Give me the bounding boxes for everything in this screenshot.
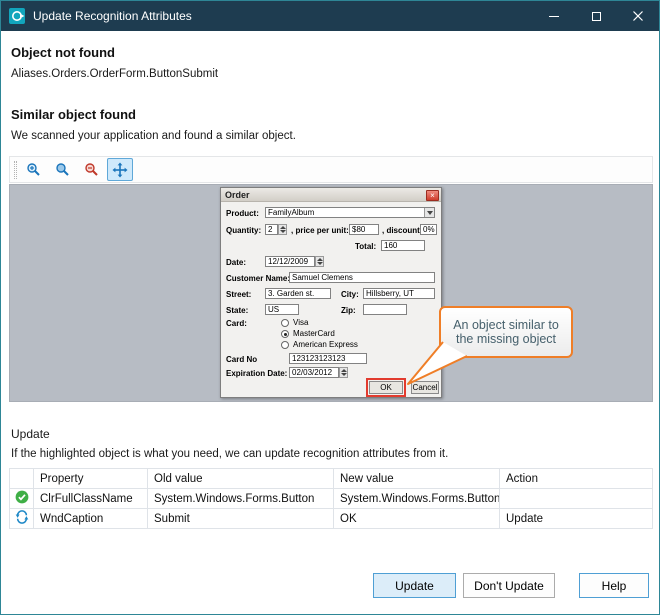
table-row[interactable]: WndCaption Submit OK Update: [10, 509, 653, 529]
preview-visa-radio-icon: [281, 319, 289, 327]
similar-object-heading: Similar object found: [11, 107, 136, 122]
preview-quantity-spinner-icon: [278, 224, 287, 235]
preview-order-form: Order × Product: FamilyAlbum Quantity: 2…: [220, 187, 442, 398]
preview-total-field: 160: [381, 240, 425, 251]
preview-ok-button: OK: [369, 381, 403, 394]
zoom-100-icon: [55, 162, 70, 177]
preview-visa-option: Visa: [293, 318, 308, 327]
preview-street-label: Street:: [226, 290, 251, 299]
zoom-in-icon: [26, 162, 41, 177]
preview-zip-label: Zip:: [341, 306, 356, 315]
preview-product-combo: FamilyAlbum: [265, 207, 435, 218]
similar-object-description: We scanned your application and found a …: [11, 130, 296, 142]
action-cell: [500, 489, 653, 509]
preview-date-label: Date:: [226, 258, 246, 267]
object-not-found-heading: Object not found: [11, 45, 115, 60]
property-cell: WndCaption: [34, 509, 148, 529]
close-button[interactable]: [617, 1, 659, 31]
zoom-out-icon: [84, 162, 99, 177]
similar-object-callout: An object similar to the missing object: [439, 306, 573, 358]
preview-total-label: Total:: [355, 242, 376, 251]
update-description: If the highlighted object is what you ne…: [11, 448, 448, 460]
titlebar: Update Recognition Attributes: [1, 1, 659, 31]
preview-cancel-button: Cancel: [411, 381, 439, 394]
preview-discount-field: 0%: [420, 224, 437, 235]
preview-expiration-spinner-icon: [339, 367, 348, 378]
window-title: Update Recognition Attributes: [33, 9, 533, 23]
preview-expiration-field: 02/03/2012: [289, 367, 339, 378]
preview-quantity-field: 2: [265, 224, 278, 235]
preview-toolbar: [9, 156, 653, 183]
preview-city-label: City:: [341, 290, 359, 299]
preview-customer-field: Samuel Clemens: [289, 272, 435, 283]
window-controls: [533, 1, 659, 31]
new-value-column-header: New value: [334, 469, 500, 489]
table-row[interactable]: ClrFullClassName System.Windows.Forms.Bu…: [10, 489, 653, 509]
app-icon: [9, 8, 25, 24]
new-value-cell: OK: [334, 509, 500, 529]
preview-quantity-label: Quantity:: [226, 226, 261, 235]
preview-customer-label: Customer Name:: [226, 274, 290, 283]
missing-object-path: Aliases.Orders.OrderForm.ButtonSubmit: [11, 68, 218, 80]
preview-card-label: Card:: [226, 319, 247, 328]
object-preview-area[interactable]: Order × Product: FamilyAlbum Quantity: 2…: [9, 184, 653, 402]
preview-state-label: State:: [226, 306, 248, 315]
update-recognition-attributes-dialog: Update Recognition Attributes Object not…: [0, 0, 660, 615]
old-value-column-header: Old value: [148, 469, 334, 489]
preview-street-field: 3. Garden st.: [265, 288, 331, 299]
property-column-header: Property: [34, 469, 148, 489]
attributes-table-header: Property Old value New value Action: [10, 469, 653, 489]
help-button[interactable]: Help: [579, 573, 649, 598]
new-value-cell: System.Windows.Forms.Button: [334, 489, 500, 509]
preview-order-form-title: Order: [221, 188, 441, 202]
preview-state-field: US: [265, 304, 299, 315]
preview-city-field: Hillsberry, UT: [363, 288, 435, 299]
preview-price-label: , price per unit:: [291, 226, 349, 235]
row-status-cell: [10, 509, 34, 529]
zoom-100-button[interactable]: [49, 158, 75, 181]
icon-column-header: [10, 469, 34, 489]
check-circle-icon: [15, 490, 29, 504]
fit-to-screen-button[interactable]: [107, 158, 133, 181]
preview-expiration-label: Expiration Date:: [226, 369, 287, 378]
attributes-table: Property Old value New value Action ClrF…: [9, 468, 653, 529]
preview-date-field: 12/12/2009: [265, 256, 315, 267]
preview-price-field: $80: [349, 224, 379, 235]
update-button[interactable]: Update: [373, 573, 456, 598]
preview-cardno-field: 123123123123: [289, 353, 367, 364]
maximize-icon: [592, 12, 601, 21]
minimize-icon: [549, 16, 559, 17]
maximize-button[interactable]: [575, 1, 617, 31]
preview-mastercard-option: MasterCard: [293, 329, 335, 338]
dont-update-button[interactable]: Don't Update: [463, 573, 555, 598]
action-column-header: Action: [500, 469, 653, 489]
row-status-cell: [10, 489, 34, 509]
close-icon: [633, 11, 643, 21]
preview-product-label: Product:: [226, 209, 259, 218]
preview-date-spinner-icon: [315, 256, 324, 267]
property-cell: ClrFullClassName: [34, 489, 148, 509]
toolbar-grip: [14, 161, 17, 179]
preview-cardno-label: Card No: [226, 355, 257, 364]
preview-discount-label: , discount:: [382, 226, 422, 235]
refresh-icon: [15, 510, 29, 524]
old-value-cell: System.Windows.Forms.Button: [148, 489, 334, 509]
minimize-button[interactable]: [533, 1, 575, 31]
preview-amex-option: American Express: [293, 340, 358, 349]
fit-to-screen-icon: [112, 162, 128, 178]
zoom-in-button[interactable]: [20, 158, 46, 181]
preview-mastercard-radio-icon: [281, 330, 289, 338]
action-cell: Update: [500, 509, 653, 529]
preview-amex-radio-icon: [281, 341, 289, 349]
zoom-out-button[interactable]: [78, 158, 104, 181]
preview-zip-field: [363, 304, 407, 315]
update-heading: Update: [11, 427, 50, 441]
old-value-cell: Submit: [148, 509, 334, 529]
preview-product-combo-arrow-icon: [424, 208, 434, 217]
preview-order-form-close-icon: ×: [426, 190, 439, 201]
